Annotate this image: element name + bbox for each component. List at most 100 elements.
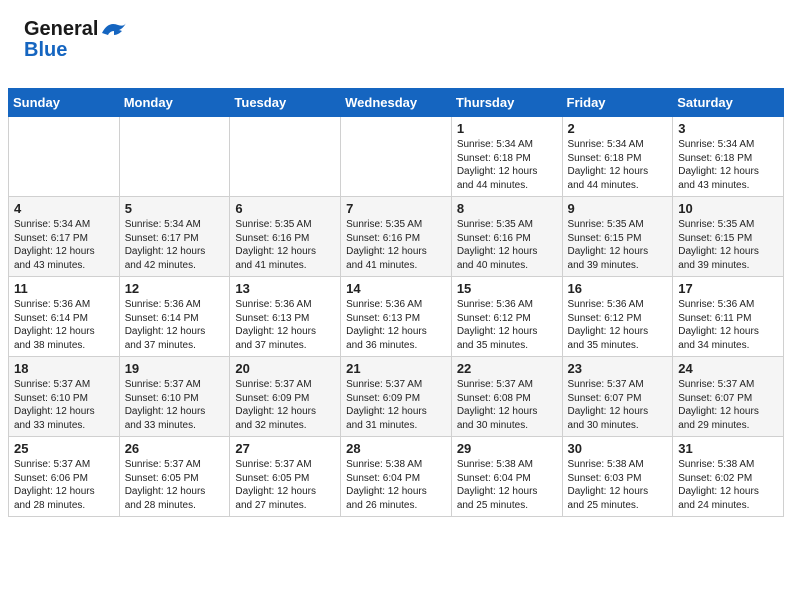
header: General Blue bbox=[0, 0, 792, 88]
calendar-header-tuesday: Tuesday bbox=[230, 89, 341, 117]
calendar-cell: 28 Sunrise: 5:38 AMSunset: 6:04 PMDayligh… bbox=[341, 437, 452, 517]
calendar-cell: 1 Sunrise: 5:34 AMSunset: 6:18 PMDaylight… bbox=[451, 117, 562, 197]
day-info: Sunrise: 5:37 AMSunset: 6:06 PMDaylight:… bbox=[14, 458, 114, 512]
calendar-cell: 12 Sunrise: 5:36 AMSunset: 6:14 PMDayligh… bbox=[119, 277, 230, 357]
day-info: Sunrise: 5:36 AMSunset: 6:14 PMDaylight:… bbox=[14, 298, 114, 352]
day-number: 11 bbox=[14, 281, 114, 296]
calendar-cell: 6Sunrise: 5:35 AMSunset: 6:16 PMDaylight… bbox=[230, 197, 341, 277]
calendar-header-row: SundayMondayTuesdayWednesdayThursdayFrid… bbox=[9, 89, 784, 117]
day-info: Sunrise: 5:37 AMSunset: 6:07 PMDaylight:… bbox=[678, 378, 778, 432]
day-number: 8 bbox=[457, 201, 557, 216]
calendar-cell: 22 Sunrise: 5:37 AMSunset: 6:08 PMDayligh… bbox=[451, 357, 562, 437]
calendar-cell: 31Sunrise: 5:38 AMSunset: 6:02 PMDayligh… bbox=[673, 437, 784, 517]
calendar-week-1: 1 Sunrise: 5:34 AMSunset: 6:18 PMDaylight… bbox=[9, 117, 784, 197]
day-number: 24 bbox=[678, 361, 778, 376]
day-number: 23 bbox=[568, 361, 668, 376]
day-number: 19 bbox=[125, 361, 225, 376]
day-info: Sunrise: 5:35 AMSunset: 6:15 PMDaylight:… bbox=[678, 218, 778, 272]
day-number: 29 bbox=[457, 441, 557, 456]
day-number: 21 bbox=[346, 361, 446, 376]
day-info: Sunrise: 5:36 AMSunset: 6:12 PMDaylight:… bbox=[568, 298, 668, 352]
calendar-cell: 3Sunrise: 5:34 AMSunset: 6:18 PMDaylight… bbox=[673, 117, 784, 197]
calendar-cell: 30 Sunrise: 5:38 AMSunset: 6:03 PMDayligh… bbox=[562, 437, 673, 517]
day-number: 13 bbox=[235, 281, 335, 296]
calendar-cell: 13 Sunrise: 5:36 AMSunset: 6:13 PMDayligh… bbox=[230, 277, 341, 357]
calendar-cell bbox=[341, 117, 452, 197]
calendar-cell: 14 Sunrise: 5:36 AMSunset: 6:13 PMDayligh… bbox=[341, 277, 452, 357]
day-info: Sunrise: 5:37 AMSunset: 6:08 PMDaylight:… bbox=[457, 378, 557, 432]
logo-general-label: General bbox=[24, 18, 98, 41]
calendar-cell: 25 Sunrise: 5:37 AMSunset: 6:06 PMDayligh… bbox=[9, 437, 120, 517]
calendar-cell: 9Sunrise: 5:35 AMSunset: 6:15 PMDaylight… bbox=[562, 197, 673, 277]
day-info: Sunrise: 5:36 AMSunset: 6:11 PMDaylight:… bbox=[678, 298, 778, 352]
day-number: 4 bbox=[14, 201, 114, 216]
calendar-cell: 8 Sunrise: 5:35 AMSunset: 6:16 PMDaylight… bbox=[451, 197, 562, 277]
calendar-cell: 24 Sunrise: 5:37 AMSunset: 6:07 PMDayligh… bbox=[673, 357, 784, 437]
day-info: Sunrise: 5:34 AMSunset: 6:17 PMDaylight:… bbox=[14, 218, 114, 272]
calendar-header-saturday: Saturday bbox=[673, 89, 784, 117]
calendar-cell: 23 Sunrise: 5:37 AMSunset: 6:07 PMDayligh… bbox=[562, 357, 673, 437]
day-info: Sunrise: 5:36 AMSunset: 6:13 PMDaylight:… bbox=[235, 298, 335, 352]
calendar-table: SundayMondayTuesdayWednesdayThursdayFrid… bbox=[8, 88, 784, 517]
day-info: Sunrise: 5:35 AMSunset: 6:16 PMDaylight:… bbox=[346, 218, 446, 272]
page-container: General Blue SundayMondayTuesdayWednesda… bbox=[0, 0, 792, 525]
calendar-header-friday: Friday bbox=[562, 89, 673, 117]
day-number: 27 bbox=[235, 441, 335, 456]
day-info: Sunrise: 5:34 AMSunset: 6:18 PMDaylight:… bbox=[457, 138, 557, 192]
day-info: Sunrise: 5:34 AMSunset: 6:18 PMDaylight:… bbox=[568, 138, 668, 192]
day-number: 20 bbox=[235, 361, 335, 376]
calendar-cell: 18 Sunrise: 5:37 AMSunset: 6:10 PMDayligh… bbox=[9, 357, 120, 437]
day-number: 16 bbox=[568, 281, 668, 296]
day-number: 28 bbox=[346, 441, 446, 456]
day-number: 14 bbox=[346, 281, 446, 296]
calendar-week-2: 4 Sunrise: 5:34 AMSunset: 6:17 PMDaylight… bbox=[9, 197, 784, 277]
calendar-wrapper: SundayMondayTuesdayWednesdayThursdayFrid… bbox=[0, 88, 792, 525]
day-info: Sunrise: 5:36 AMSunset: 6:14 PMDaylight:… bbox=[125, 298, 225, 352]
calendar-cell: 2 Sunrise: 5:34 AMSunset: 6:18 PMDaylight… bbox=[562, 117, 673, 197]
calendar-cell: 5 Sunrise: 5:34 AMSunset: 6:17 PMDaylight… bbox=[119, 197, 230, 277]
day-number: 10 bbox=[678, 201, 778, 216]
calendar-cell: 20Sunrise: 5:37 AMSunset: 6:09 PMDayligh… bbox=[230, 357, 341, 437]
calendar-cell: 21 Sunrise: 5:37 AMSunset: 6:09 PMDayligh… bbox=[341, 357, 452, 437]
day-info: Sunrise: 5:38 AMSunset: 6:02 PMDaylight:… bbox=[678, 458, 778, 512]
day-info: Sunrise: 5:38 AMSunset: 6:03 PMDaylight:… bbox=[568, 458, 668, 512]
calendar-header-sunday: Sunday bbox=[9, 89, 120, 117]
bird-logo-icon bbox=[101, 20, 127, 40]
day-info: Sunrise: 5:35 AMSunset: 6:16 PMDaylight:… bbox=[457, 218, 557, 272]
calendar-header-monday: Monday bbox=[119, 89, 230, 117]
day-info: Sunrise: 5:37 AMSunset: 6:05 PMDaylight:… bbox=[125, 458, 225, 512]
calendar-cell: 10 Sunrise: 5:35 AMSunset: 6:15 PMDayligh… bbox=[673, 197, 784, 277]
logo: General Blue bbox=[24, 18, 144, 78]
day-number: 2 bbox=[568, 121, 668, 136]
calendar-cell bbox=[230, 117, 341, 197]
day-info: Sunrise: 5:36 AMSunset: 6:12 PMDaylight:… bbox=[457, 298, 557, 352]
calendar-cell bbox=[9, 117, 120, 197]
calendar-cell bbox=[119, 117, 230, 197]
day-number: 5 bbox=[125, 201, 225, 216]
day-info: Sunrise: 5:34 AMSunset: 6:18 PMDaylight:… bbox=[678, 138, 778, 192]
day-number: 30 bbox=[568, 441, 668, 456]
day-number: 17 bbox=[678, 281, 778, 296]
day-number: 1 bbox=[457, 121, 557, 136]
calendar-cell: 27Sunrise: 5:37 AMSunset: 6:05 PMDayligh… bbox=[230, 437, 341, 517]
day-info: Sunrise: 5:38 AMSunset: 6:04 PMDaylight:… bbox=[457, 458, 557, 512]
day-number: 7 bbox=[346, 201, 446, 216]
day-number: 18 bbox=[14, 361, 114, 376]
calendar-cell: 17 Sunrise: 5:36 AMSunset: 6:11 PMDayligh… bbox=[673, 277, 784, 357]
day-number: 25 bbox=[14, 441, 114, 456]
day-info: Sunrise: 5:36 AMSunset: 6:13 PMDaylight:… bbox=[346, 298, 446, 352]
calendar-week-4: 18 Sunrise: 5:37 AMSunset: 6:10 PMDayligh… bbox=[9, 357, 784, 437]
calendar-cell: 11 Sunrise: 5:36 AMSunset: 6:14 PMDayligh… bbox=[9, 277, 120, 357]
day-info: Sunrise: 5:37 AMSunset: 6:07 PMDaylight:… bbox=[568, 378, 668, 432]
day-info: Sunrise: 5:35 AMSunset: 6:15 PMDaylight:… bbox=[568, 218, 668, 272]
calendar-cell: 19Sunrise: 5:37 AMSunset: 6:10 PMDayligh… bbox=[119, 357, 230, 437]
day-number: 12 bbox=[125, 281, 225, 296]
calendar-header-wednesday: Wednesday bbox=[341, 89, 452, 117]
day-number: 22 bbox=[457, 361, 557, 376]
day-info: Sunrise: 5:37 AMSunset: 6:09 PMDaylight:… bbox=[346, 378, 446, 432]
day-info: Sunrise: 5:38 AMSunset: 6:04 PMDaylight:… bbox=[346, 458, 446, 512]
calendar-cell: 29 Sunrise: 5:38 AMSunset: 6:04 PMDayligh… bbox=[451, 437, 562, 517]
day-info: Sunrise: 5:34 AMSunset: 6:17 PMDaylight:… bbox=[125, 218, 225, 272]
logo-blue-label: Blue bbox=[24, 39, 67, 62]
day-info: Sunrise: 5:37 AMSunset: 6:10 PMDaylight:… bbox=[14, 378, 114, 432]
